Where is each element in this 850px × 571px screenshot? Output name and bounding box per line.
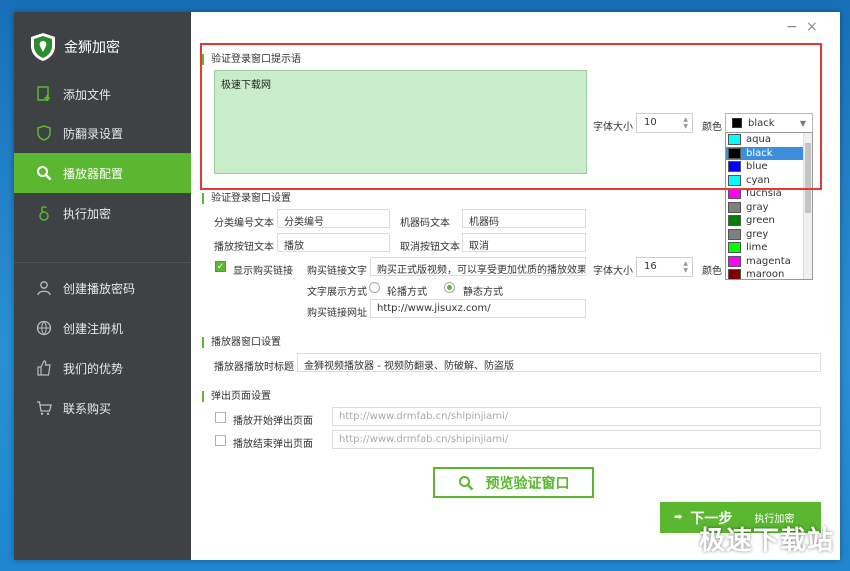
popup-start-url-input[interactable]: http://www.drmfab.cn/shipinjiami/ xyxy=(332,407,821,426)
player-caption-input[interactable]: 金狮视频播放器 - 视频防翻录、防破解、防盗版 xyxy=(297,353,821,372)
show-buy-link-label: 显示购买链接 xyxy=(233,266,293,277)
arrow-right-icon: ➡ xyxy=(674,512,683,523)
sidebar-item-advantages[interactable]: 我们的优势 xyxy=(14,348,191,388)
shield-icon xyxy=(36,125,52,141)
static-mode-radio[interactable] xyxy=(444,282,455,293)
dropdown-scrollbar[interactable] xyxy=(803,133,812,279)
buy-text-input[interactable]: 购买正式版视频，可以享受更加优质的播放效果 xyxy=(370,257,586,276)
play-button-text-label: 播放按钮文本 xyxy=(214,242,274,253)
prompt-font-size-stepper[interactable]: 10 ▲ ▼ xyxy=(636,113,693,133)
preview-verify-window-button[interactable]: 预览验证窗口 xyxy=(433,467,594,498)
machine-code-label: 机器码文本 xyxy=(400,218,450,229)
font-size-label: 字体大小 xyxy=(593,122,633,133)
font-size-value: 16 xyxy=(644,261,657,272)
color-select-value: black xyxy=(748,117,775,129)
buy-font-size-stepper[interactable]: 16 ▲ ▼ xyxy=(636,257,693,277)
section-title-popup: 弹出页面设置 xyxy=(202,391,271,402)
category-text-input[interactable]: 分类编号 xyxy=(277,209,390,228)
popup-end-checkbox[interactable] xyxy=(215,435,226,446)
color-option[interactable]: maroon xyxy=(726,268,812,279)
cart-icon xyxy=(36,400,52,416)
cancel-button-text-label: 取消按钮文本 xyxy=(400,242,460,253)
popup-end-url-input[interactable]: http://www.drmfab.cn/shipinjiami/ xyxy=(332,430,821,449)
sidebar-item-label: 执行加密 xyxy=(63,206,112,221)
color-option[interactable]: lime xyxy=(726,241,812,255)
sidebar-item-label: 创建注册机 xyxy=(63,321,124,336)
machine-code-input[interactable]: 机器码 xyxy=(462,209,586,228)
color-option[interactable]: grey xyxy=(726,228,812,242)
prompt-color-select[interactable]: black ▼ xyxy=(725,113,813,133)
preview-button-label: 预览验证窗口 xyxy=(485,475,570,492)
cancel-button-text-input[interactable]: 取消 xyxy=(462,233,586,252)
section-title-login: 验证登录窗口设置 xyxy=(202,193,291,204)
color-dropdown-list: aqua black blue cyan fuchsia gray green … xyxy=(725,132,813,280)
category-label: 分类编号文本 xyxy=(214,218,274,229)
search-icon xyxy=(458,475,473,490)
buy-url-label: 购买链接网址 xyxy=(307,308,367,319)
section-title-player: 播放器窗口设置 xyxy=(202,337,281,348)
stepper-arrows-icon: ▲ ▼ xyxy=(683,260,688,274)
color-option[interactable]: magenta xyxy=(726,255,812,269)
chevron-down-icon: ▼ xyxy=(799,119,806,128)
sidebar-item-label: 创建播放密码 xyxy=(63,281,136,296)
scrollbar-thumb[interactable] xyxy=(805,143,811,213)
sidebar-item-label: 防翻录设置 xyxy=(63,126,124,141)
sidebar-item-anti-record[interactable]: 防翻录设置 xyxy=(14,113,191,153)
color-option[interactable]: gray xyxy=(726,201,812,215)
color-option[interactable]: blue xyxy=(726,160,812,174)
buy-text-label: 购买链接文字 xyxy=(307,266,367,277)
buy-font-size-label: 字体大小 xyxy=(593,266,633,277)
popup-start-checkbox[interactable] xyxy=(215,412,226,423)
sidebar-item-player-config[interactable]: 播放器配置 xyxy=(14,153,191,193)
static-mode-label: 静态方式 xyxy=(463,287,503,298)
prompt-text-input[interactable]: 极速下载网 xyxy=(214,70,587,174)
color-swatch xyxy=(732,118,742,128)
sidebar-item-encrypt[interactable]: 执行加密 xyxy=(14,193,191,233)
sidebar-item-label: 播放器配置 xyxy=(63,166,124,181)
buy-url-input[interactable]: http://www.jisuxz.com/ xyxy=(370,299,586,318)
search-icon xyxy=(36,165,52,181)
user-icon xyxy=(36,280,52,296)
sidebar-item-create-keygen[interactable]: 创建注册机 xyxy=(14,308,191,348)
globe-icon xyxy=(36,320,52,336)
sidebar-item-add-file[interactable]: 添加文件 xyxy=(14,74,191,114)
player-caption-label: 播放器播放时标题 xyxy=(214,362,294,373)
color-label: 颜色 xyxy=(702,122,722,133)
lion-shield-icon xyxy=(31,33,55,61)
color-option[interactable]: green xyxy=(726,214,812,228)
display-mode-label: 文字展示方式 xyxy=(307,287,367,298)
add-file-icon xyxy=(36,86,52,102)
color-option[interactable]: black xyxy=(726,146,812,160)
scroll-mode-radio[interactable] xyxy=(369,282,380,293)
site-watermark: 极速下载站 xyxy=(698,526,834,556)
section-title-prompt: 验证登录窗口提示语 xyxy=(202,54,301,65)
buy-color-label: 颜色 xyxy=(702,266,722,277)
sidebar: 金狮加密 添加文件 防翻录设置 播放器配置 执行加密 创建播放密码 创建注册机 xyxy=(14,12,191,560)
lock-icon xyxy=(36,205,52,221)
sidebar-item-label: 添加文件 xyxy=(63,87,112,102)
thumbs-up-icon xyxy=(36,360,52,376)
sidebar-item-create-password[interactable]: 创建播放密码 xyxy=(14,268,191,308)
app-title: 金狮加密 xyxy=(64,40,120,56)
color-option[interactable]: cyan xyxy=(726,174,812,188)
popup-start-label: 播放开始弹出页面 xyxy=(233,416,313,427)
font-size-value: 10 xyxy=(644,117,657,128)
minimize-button[interactable]: − xyxy=(786,19,798,35)
sidebar-item-label: 联系购买 xyxy=(63,401,112,416)
stepper-arrows-icon: ▲ ▼ xyxy=(683,116,688,130)
scroll-mode-label: 轮播方式 xyxy=(387,287,427,298)
popup-end-label: 播放结束弹出页面 xyxy=(233,439,313,450)
show-buy-link-checkbox[interactable]: ✓ xyxy=(215,261,226,272)
app-logo: 金狮加密 xyxy=(30,32,120,62)
play-button-text-input[interactable]: 播放 xyxy=(277,233,390,252)
app-window: 金狮加密 添加文件 防翻录设置 播放器配置 执行加密 创建播放密码 创建注册机 xyxy=(14,12,840,560)
close-button[interactable]: × xyxy=(806,19,818,35)
color-option[interactable]: aqua xyxy=(726,133,812,147)
color-option[interactable]: fuchsia xyxy=(726,187,812,201)
sidebar-item-contact-buy[interactable]: 联系购买 xyxy=(14,388,191,428)
sidebar-divider xyxy=(14,262,191,263)
sidebar-item-label: 我们的优势 xyxy=(63,361,124,376)
